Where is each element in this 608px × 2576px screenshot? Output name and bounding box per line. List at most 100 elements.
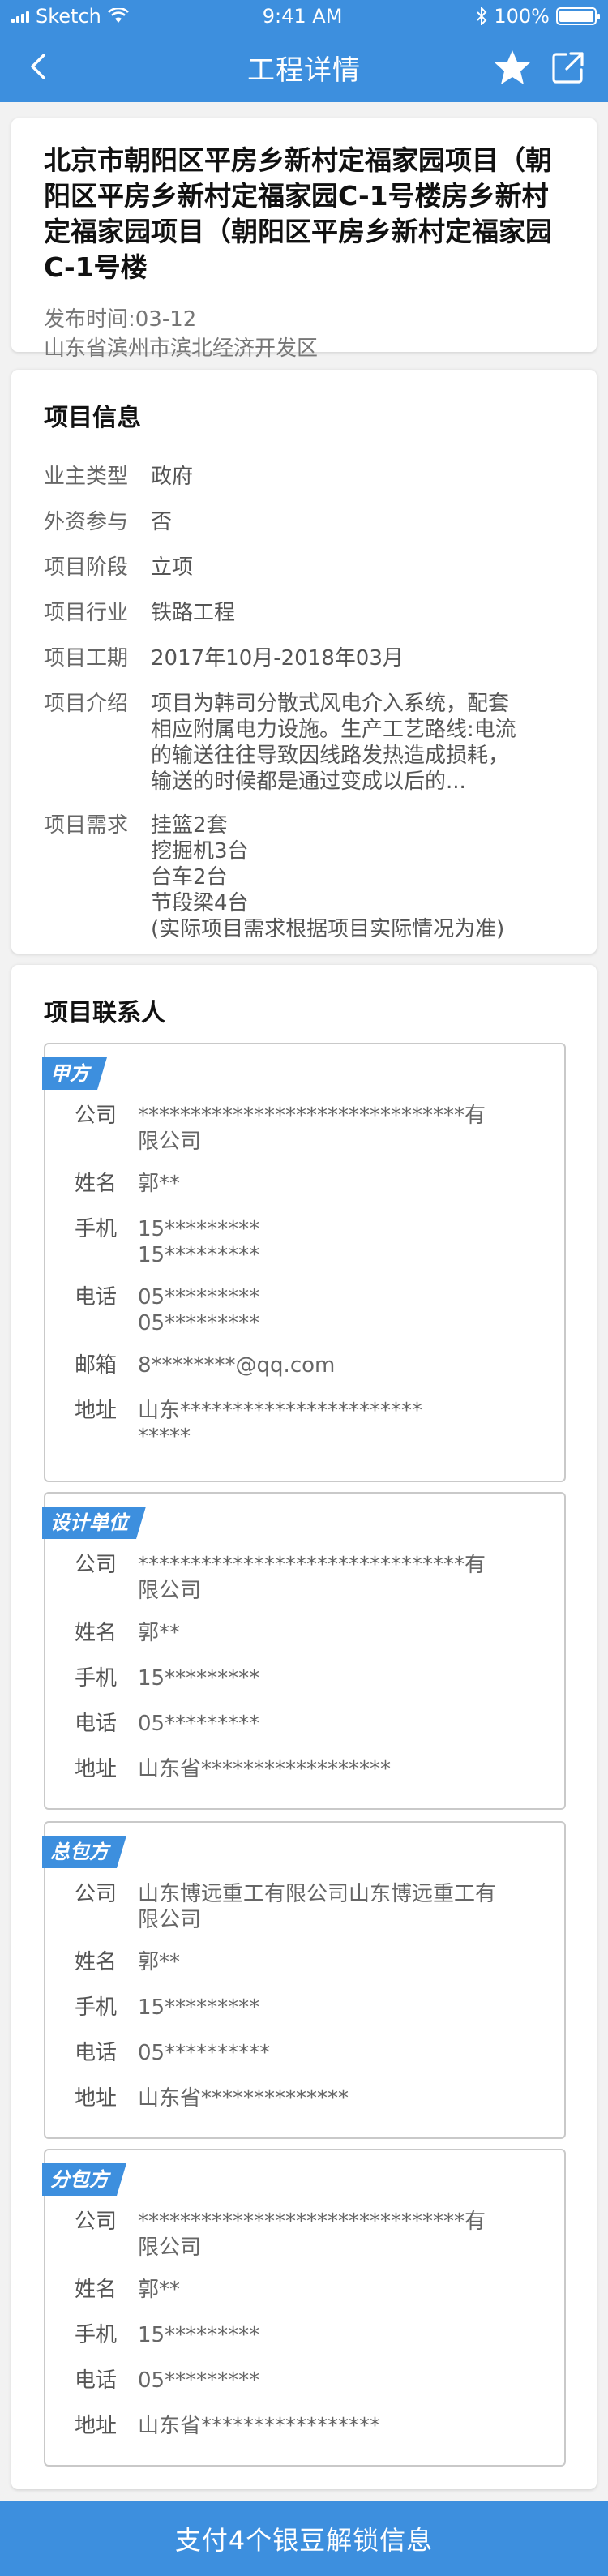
info-row-owner-type: 业主类型 政府 [44,464,564,490]
contact-value: *******************************有 限公司 [138,1552,535,1604]
contact-value: 山东*********************** ***** [138,1398,535,1450]
company-line: 限公司 [138,1579,202,1603]
contact-key: 电话 [75,2041,118,2065]
info-row-stage: 项目阶段 立项 [44,555,564,581]
company-line: *******************************有 [138,2210,486,2234]
contact-row-name: 姓名 郭** [75,1620,535,1646]
phone-line: 05********* [138,1285,260,1309]
battery-label: 100% [494,5,550,28]
unlock-button[interactable]: 支付4个银豆解锁信息 [0,2501,608,2576]
contact-value: 15********* [138,2323,260,2347]
contact-row-company: 公司 *******************************有 限公司 [75,1103,535,1155]
contact-key: 手机 [75,1217,118,1241]
address-line: 山东*********************** [138,1399,423,1423]
contact-key: 电话 [75,1285,118,1309]
section-title-info: 项目信息 [44,404,141,432]
contact-row-mobile: 手机 15********* [75,2322,535,2348]
star-icon[interactable] [493,49,532,86]
info-value: 立项 [151,555,194,580]
contact-value: 郭** [138,2278,181,2302]
wifi-icon [107,8,129,23]
top-bar: Sketch 9:41 AM 100% 工程详情 [0,0,608,102]
contact-value: 05********* [138,2368,260,2393]
contact-value: 15********* 15********* [138,1216,535,1268]
contact-value: 山东省************** [138,2086,349,2111]
contact-row-name: 姓名 郭** [75,1949,535,1975]
company-line: *******************************有 [138,1104,486,1128]
contact-value: 05********* [138,1712,260,1736]
info-key: 项目需求 [44,813,129,838]
project-info-card: 项目信息 业主类型 政府 外资参与 否 项目阶段 立项 项目行业 铁路工程 项目… [11,370,597,954]
contact-row-phone: 电话 05********* 05********* [75,1284,535,1336]
company-line: *******************************有 [138,1553,486,1577]
contact-key: 邮箱 [75,1353,118,1378]
contact-key: 手机 [75,1995,118,2020]
info-row-industry: 项目行业 铁路工程 [44,600,564,626]
contact-row-address: 地址 山东*********************** ***** [75,1398,535,1450]
page-title: 工程详情 [247,54,361,87]
status-bar: Sketch 9:41 AM 100% [0,0,608,32]
bluetooth-icon [477,7,487,25]
contact-value: *******************************有 限公司 [138,1103,535,1155]
contact-row-name: 姓名 郭** [75,1171,535,1197]
contact-value: 郭** [138,1172,181,1196]
contact-value: *******************************有 限公司 [138,2209,535,2261]
company-line: 限公司 [138,2235,202,2260]
contact-row-name: 姓名 郭** [75,2277,535,2303]
share-icon[interactable] [551,50,585,84]
battery-icon [555,7,600,25]
contact-row-email: 邮箱 8********@qq.com [75,1352,535,1378]
contact-group-owner: 甲方 公司 *******************************有 限… [44,1043,566,1482]
company-line: 山东博远重工有限公司山东博远重工有 [138,1882,497,1906]
intro-line: 的输送往往导致因线路发热造成损耗， [151,744,510,768]
contact-key: 手机 [75,2323,118,2347]
contact-value: 山东省****************** [138,1757,392,1781]
contact-row-phone: 电话 05********* [75,1711,535,1737]
demand-line: 挂篮2套 [151,813,228,838]
contact-row-company: 公司 *******************************有 限公司 [75,2209,535,2261]
contact-value: 山东博远重工有限公司山东博远重工有 限公司 [138,1881,535,1933]
info-value: 项目为韩司分散式风电介入系统，配套 相应附属电力设施。生产工艺路线:电流 的输送… [151,691,564,795]
contact-value: 8********@qq.com [138,1353,336,1378]
contact-key: 姓名 [75,1950,118,1974]
contact-key: 公司 [75,1104,118,1128]
contact-row-mobile: 手机 15********* [75,1995,535,2021]
nav-bar: 工程详情 [0,32,608,102]
carrier-label: Sketch [36,5,101,28]
project-location: 山东省滨州市滨北经济开发区 [44,336,319,361]
info-row-duration: 项目工期 2017年10月-2018年03月 [44,645,564,671]
demand-line: (实际项目需求根据项目实际情况为准) [151,917,505,941]
contact-key: 公司 [75,1882,118,1906]
contact-key: 地址 [75,1757,118,1781]
contact-row-mobile: 手机 15********* [75,1665,535,1691]
contact-row-address: 地址 山东省************** [75,2085,535,2111]
info-key: 项目行业 [44,601,129,625]
contact-value: 05********* 05********* [138,1284,535,1336]
contact-key: 地址 [75,2086,118,2111]
info-key: 项目阶段 [44,555,129,580]
contact-value: 05********** [138,2041,271,2065]
phone-line: 05********* [138,1311,260,1335]
contact-value: 郭** [138,1950,181,1974]
intro-line: 输送的时候都是通过变成以后的... [151,769,466,794]
contact-value: 15********* [138,1666,260,1691]
contact-key: 公司 [75,2210,118,2234]
contact-row-company: 公司 山东博远重工有限公司山东博远重工有 限公司 [75,1881,535,1933]
contact-key: 姓名 [75,2278,118,2302]
signal-icon [11,10,29,23]
contacts-card: 项目联系人 甲方 公司 ****************************… [11,965,597,2489]
contact-group-subcontractor: 分包方 公司 *******************************有 … [44,2149,566,2467]
contact-tag: 甲方 [42,1057,107,1090]
contact-value: 郭** [138,1621,181,1645]
info-key: 项目介绍 [44,692,129,716]
back-icon[interactable] [23,50,55,83]
contact-row-address: 地址 山东省****************** [75,1756,535,1782]
contact-row-mobile: 手机 15********* 15********* [75,1216,535,1268]
info-list: 业主类型 政府 外资参与 否 项目阶段 立项 项目行业 铁路工程 项目工期 20… [44,464,564,942]
contact-key: 地址 [75,2414,118,2438]
contact-key: 电话 [75,2368,118,2393]
info-row-foreign: 外资参与 否 [44,509,564,535]
project-title: 北京市朝阳区平房乡新村定福家园项目（朝阳区平房乡新村定福家园C-1号楼房乡新村定… [44,144,552,283]
company-line: 限公司 [138,1908,202,1932]
contact-key: 手机 [75,1666,118,1691]
